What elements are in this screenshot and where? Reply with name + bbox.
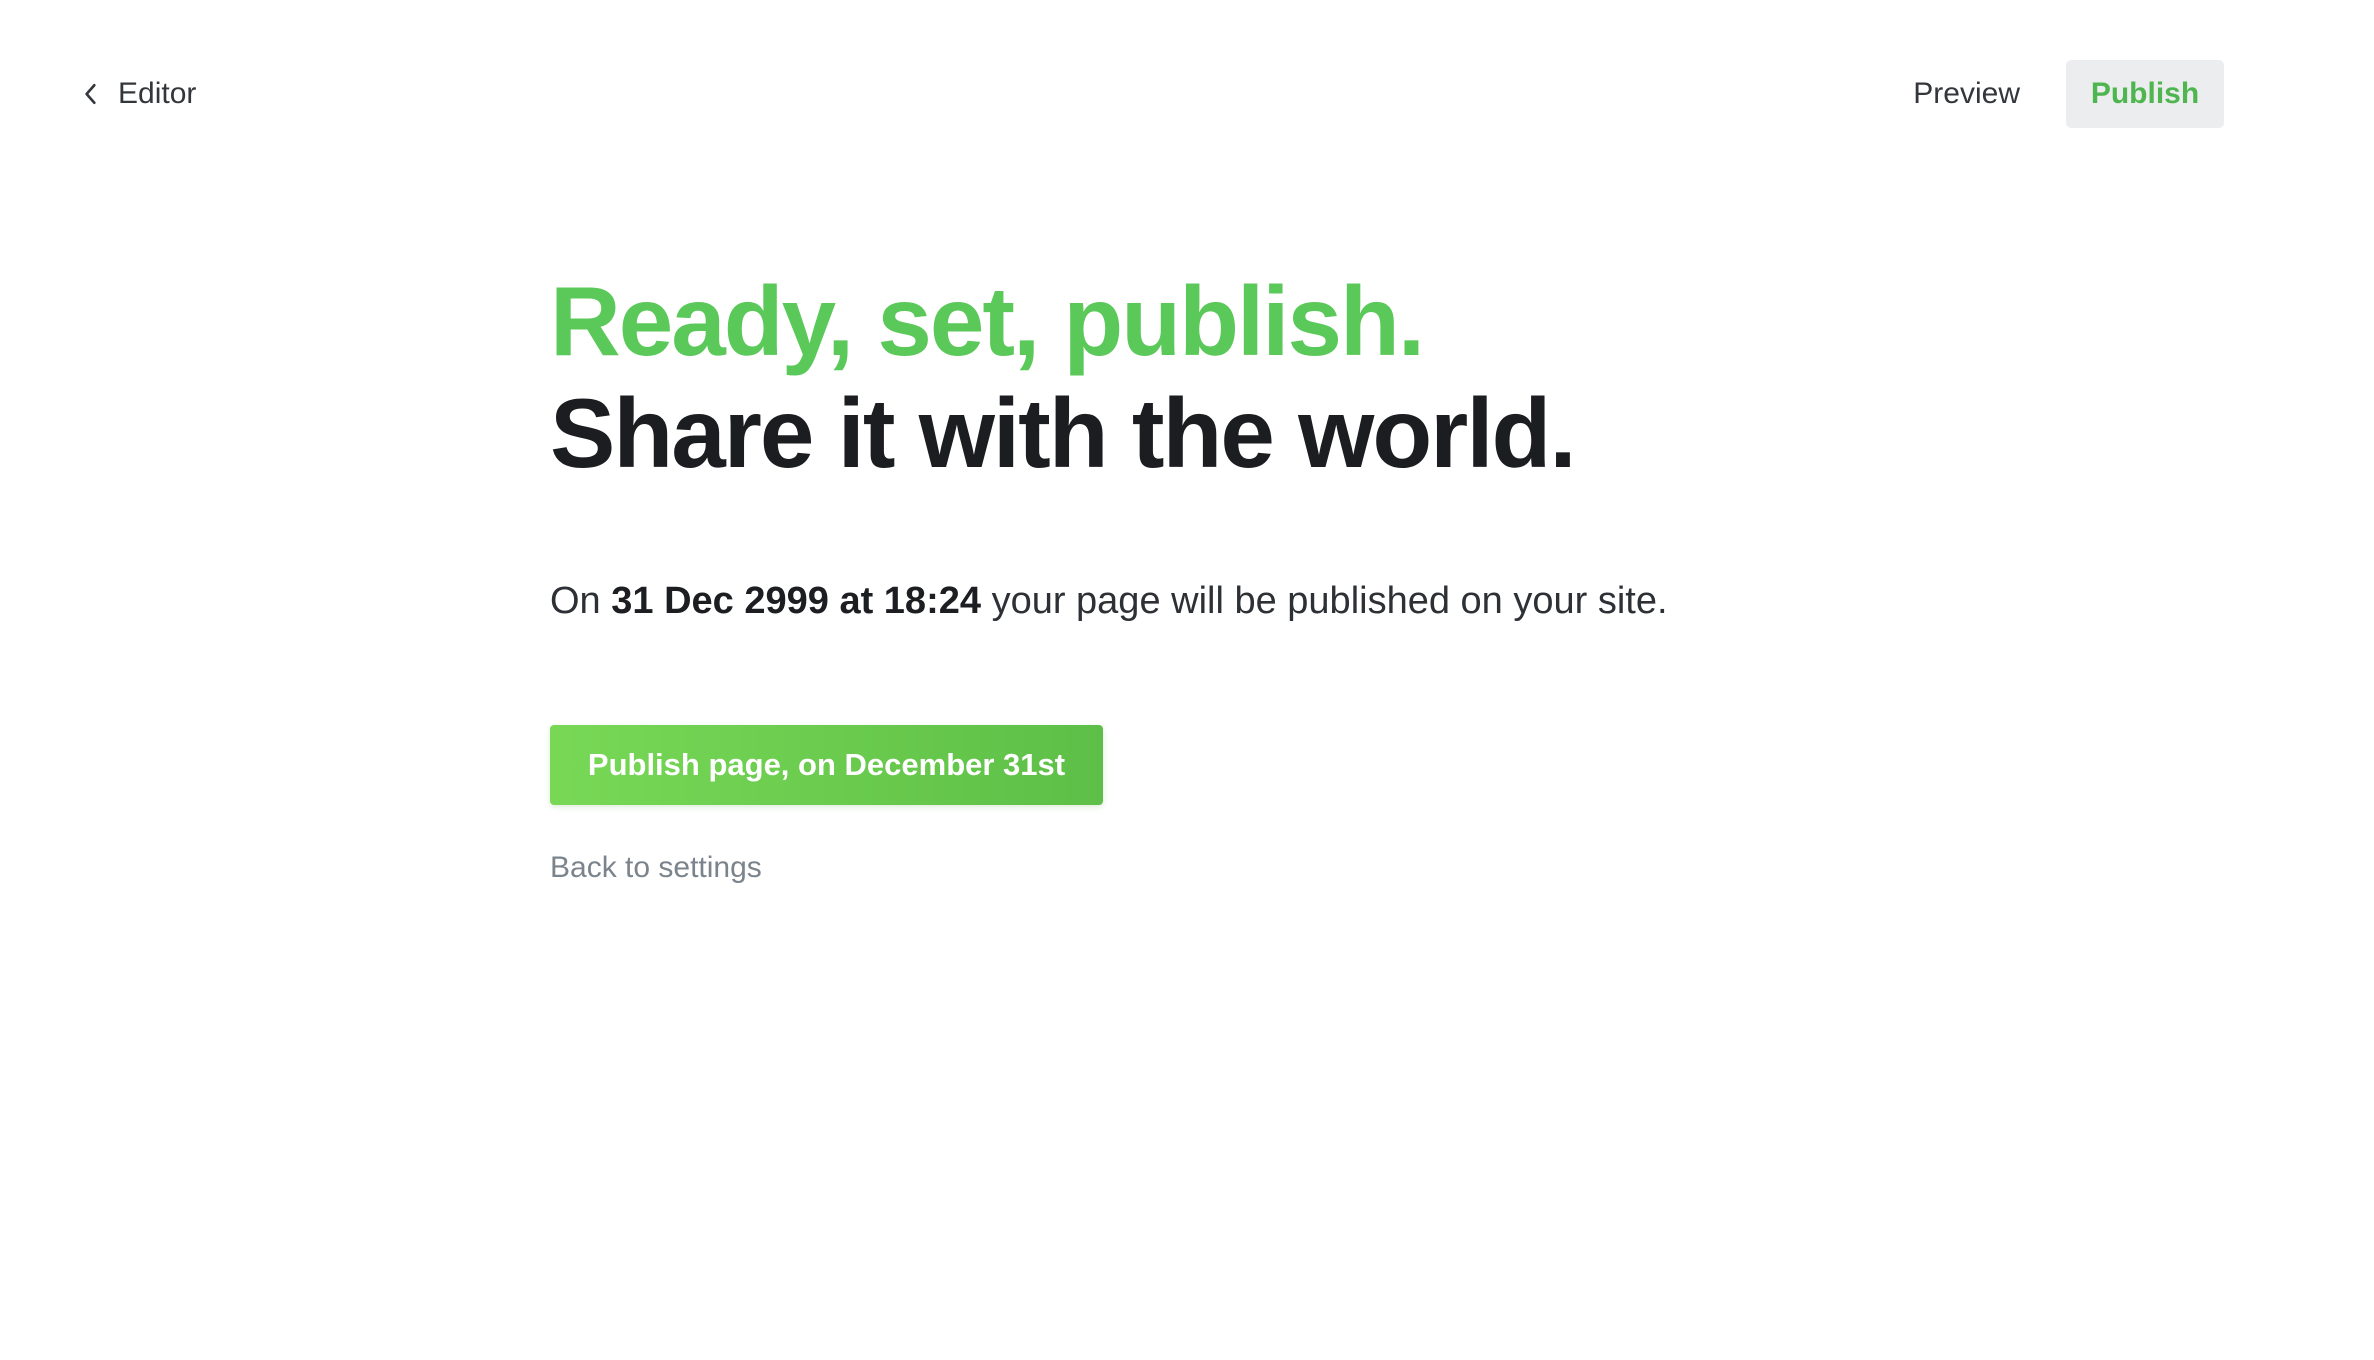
schedule-description: On 31 Dec 2999 at 18:24 your page will b… [550,575,1800,627]
headline-primary: Ready, set, publish. [550,266,1425,376]
schedule-suffix: your page will be published on your site… [991,580,1668,622]
top-actions: Preview Publish [1893,60,2224,128]
headline-secondary: Share it with the world. [550,378,1577,488]
publish-button[interactable]: Publish [2066,60,2224,128]
top-bar: Editor Preview Publish [0,0,2374,190]
preview-button[interactable]: Preview [1893,60,2040,128]
back-to-editor-link[interactable]: Editor [82,72,196,116]
back-label: Editor [118,77,197,110]
publish-page-button[interactable]: Publish page, on December 31st [550,725,1103,805]
schedule-prefix: On [550,580,601,622]
back-to-settings-link[interactable]: Back to settings [550,847,1800,889]
scheduled-datetime: 31 Dec 2999 at 18:24 [611,580,981,622]
publish-panel: Ready, set, publish. Share it with the w… [550,265,1800,889]
chevron-left-icon [82,83,100,105]
